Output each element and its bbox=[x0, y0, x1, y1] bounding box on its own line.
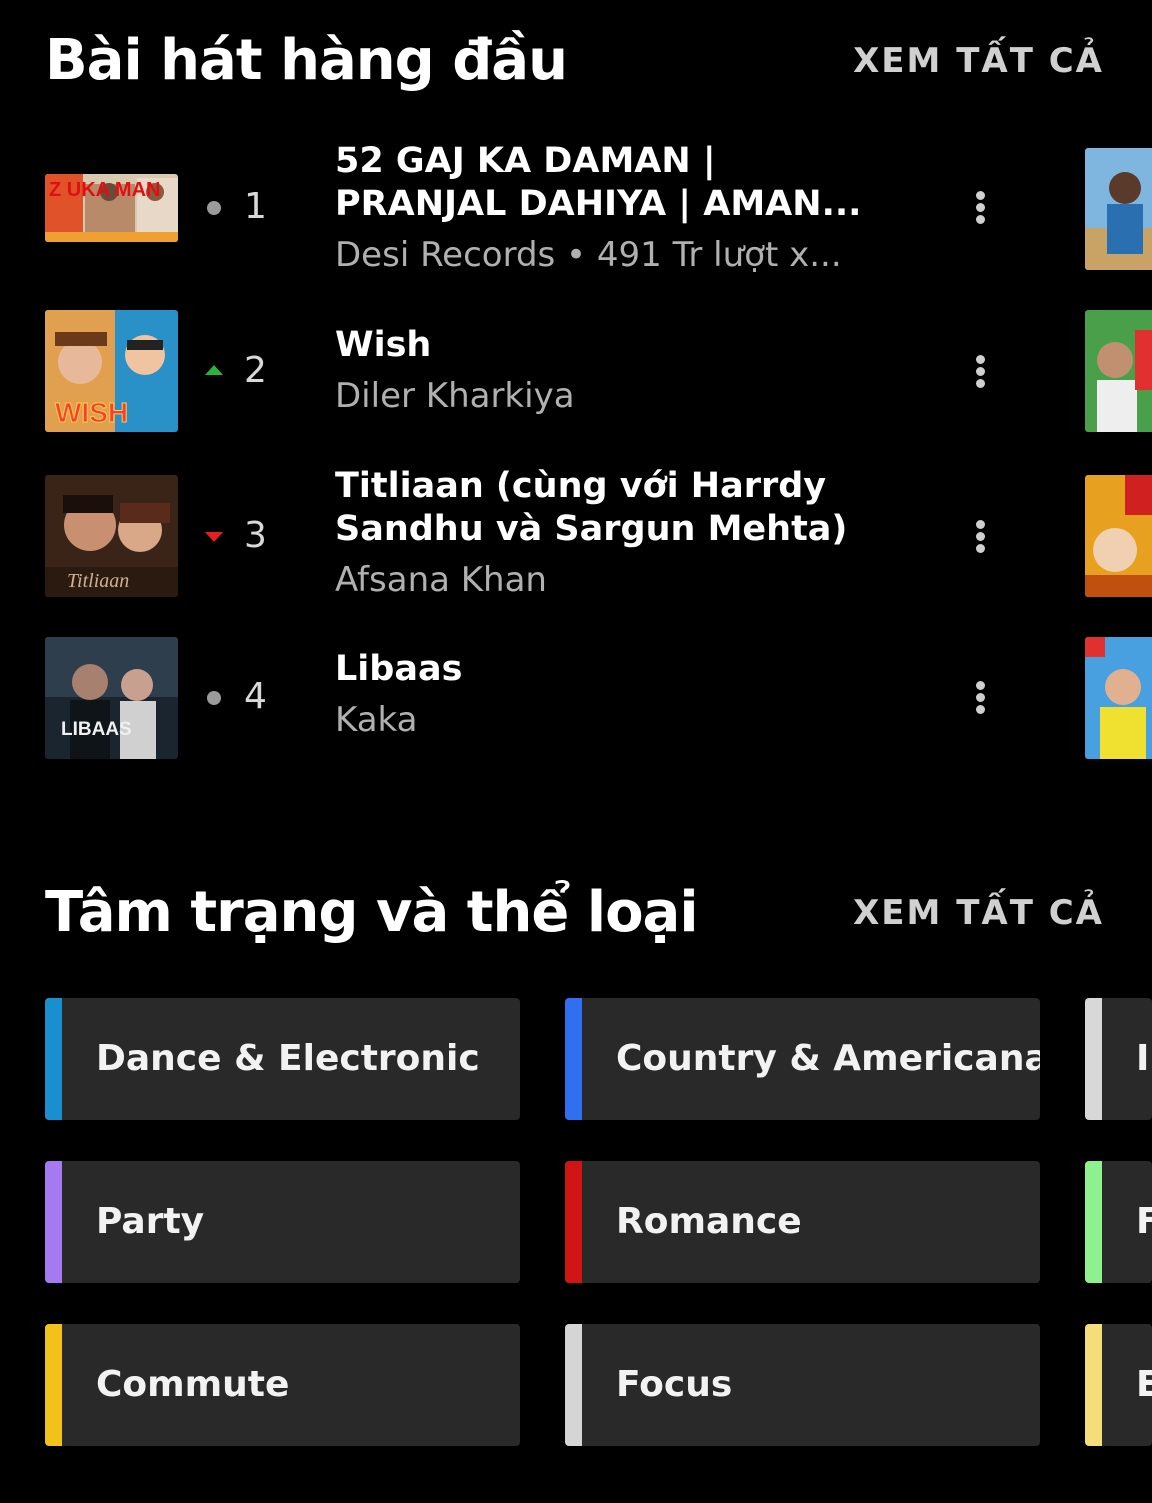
top-songs-header: Bài hát hàng đầu XEM TẤT CẢ bbox=[45, 28, 1104, 93]
song-thumbnail[interactable]: Z UKA MAN bbox=[45, 174, 178, 242]
thumb-text: Z UKA MAN bbox=[49, 179, 160, 201]
genre-label: Focus bbox=[616, 1364, 733, 1405]
more-options-icon[interactable] bbox=[965, 352, 995, 396]
genre-card-commute[interactable]: Commute bbox=[45, 1324, 520, 1446]
more-options-icon[interactable] bbox=[965, 517, 995, 561]
song-info: Libaas Kaka bbox=[335, 648, 895, 741]
genre-color-bar bbox=[1085, 1161, 1102, 1283]
genre-card-focus[interactable]: Focus bbox=[565, 1324, 1040, 1446]
more-options-icon[interactable] bbox=[965, 188, 995, 232]
song-row-4[interactable]: LIBAAS 4 Libaas Kaka bbox=[0, 630, 1152, 770]
song-info: Wish Diler Kharkiya bbox=[335, 324, 895, 417]
song-info: Titliaan (cùng với Harrdy Sandhu và Sarg… bbox=[335, 465, 895, 601]
top-songs-see-all-link[interactable]: XEM TẤT CẢ bbox=[853, 41, 1104, 81]
song-thumbnail[interactable]: WISH bbox=[45, 310, 178, 432]
genre-card-partial-1[interactable]: In bbox=[1085, 998, 1152, 1120]
moods-title: Tâm trạng và thể loại bbox=[45, 880, 699, 945]
rank-number: 1 bbox=[244, 186, 267, 227]
rank-number: 4 bbox=[244, 676, 267, 717]
song-subtitle: Desi Records • 491 Tr lượt x... bbox=[335, 235, 842, 275]
next-column-thumbnail[interactable] bbox=[1085, 475, 1152, 597]
song-row-1[interactable]: Z UKA MAN 1 52 GAJ KA DAMAN | PRANJAL DA… bbox=[0, 140, 1152, 280]
thumb-text: WISH bbox=[55, 397, 128, 428]
next-column-thumbnail[interactable] bbox=[1085, 310, 1152, 432]
song-subtitle: Afsana Khan bbox=[335, 560, 547, 600]
genre-color-bar bbox=[565, 1324, 582, 1446]
trend-up-icon bbox=[203, 360, 225, 382]
genre-label: In bbox=[1136, 1038, 1152, 1079]
genre-label: F bbox=[1136, 1201, 1152, 1242]
thumb-text: Titliaan bbox=[67, 570, 129, 592]
genre-label: E bbox=[1136, 1364, 1152, 1405]
genre-card-partial-3[interactable]: E bbox=[1085, 1324, 1152, 1446]
song-row-3[interactable]: Titliaan 3 Titliaan (cùng với Harrdy San… bbox=[0, 465, 1152, 605]
genre-label: Dance & Electronic bbox=[96, 1038, 480, 1079]
song-title: Wish bbox=[335, 325, 432, 365]
top-songs-title: Bài hát hàng đầu bbox=[45, 28, 568, 93]
song-info: 52 GAJ KA DAMAN | PRANJAL DAHIYA | AMAN.… bbox=[335, 140, 895, 276]
genre-label: Commute bbox=[96, 1364, 290, 1405]
rank-number: 2 bbox=[244, 350, 267, 391]
trend-down-icon bbox=[203, 525, 225, 547]
moods-header: Tâm trạng và thể loại XEM TẤT CẢ bbox=[45, 880, 1104, 945]
genre-color-bar bbox=[565, 998, 582, 1120]
genre-label: Romance bbox=[616, 1201, 802, 1242]
next-column-thumbnail[interactable] bbox=[1085, 148, 1152, 270]
song-subtitle: Kaka bbox=[335, 700, 418, 740]
trend-same-icon bbox=[203, 197, 225, 219]
genre-color-bar bbox=[1085, 1324, 1102, 1446]
genre-color-bar bbox=[45, 998, 62, 1120]
moods-see-all-link[interactable]: XEM TẤT CẢ bbox=[853, 893, 1104, 933]
song-title: 52 GAJ KA DAMAN | PRANJAL DAHIYA | AMAN.… bbox=[335, 141, 862, 224]
rank-number: 3 bbox=[244, 515, 267, 556]
song-title: Libaas bbox=[335, 649, 463, 689]
genre-color-bar bbox=[45, 1324, 62, 1446]
genre-label: Country & Americana bbox=[616, 1038, 1040, 1079]
genre-card-country-americana[interactable]: Country & Americana bbox=[565, 998, 1040, 1120]
more-options-icon[interactable] bbox=[965, 678, 995, 722]
trend-same-icon bbox=[203, 687, 225, 709]
genre-color-bar bbox=[45, 1161, 62, 1283]
genre-card-partial-2[interactable]: F bbox=[1085, 1161, 1152, 1283]
genre-card-party[interactable]: Party bbox=[45, 1161, 520, 1283]
song-thumbnail[interactable]: Titliaan bbox=[45, 475, 178, 597]
genre-label: Party bbox=[96, 1201, 205, 1242]
thumb-text: LIBAAS bbox=[61, 719, 132, 740]
genre-color-bar bbox=[1085, 998, 1102, 1120]
next-column-thumbnail[interactable] bbox=[1085, 637, 1152, 759]
song-subtitle: Diler Kharkiya bbox=[335, 376, 575, 416]
genre-card-dance-electronic[interactable]: Dance & Electronic bbox=[45, 998, 520, 1120]
genre-color-bar bbox=[565, 1161, 582, 1283]
song-title: Titliaan (cùng với Harrdy Sandhu và Sarg… bbox=[335, 466, 848, 549]
song-row-2[interactable]: WISH 2 Wish Diler Kharkiya bbox=[0, 310, 1152, 450]
song-thumbnail[interactable]: LIBAAS bbox=[45, 637, 178, 759]
genre-card-romance[interactable]: Romance bbox=[565, 1161, 1040, 1283]
